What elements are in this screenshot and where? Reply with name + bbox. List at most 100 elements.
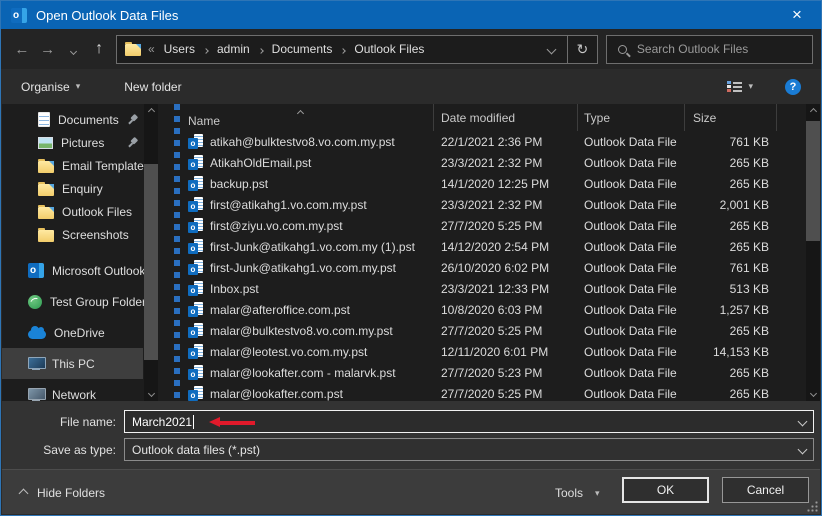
- address-bar[interactable]: « Users admin Documents Outlook Files ↻: [116, 35, 598, 64]
- scroll-up-icon[interactable]: [144, 104, 158, 119]
- list-scrollbar[interactable]: [806, 104, 820, 401]
- scrollbar-thumb[interactable]: [144, 164, 158, 360]
- column-header-date-modified[interactable]: Date modified: [434, 104, 578, 131]
- file-date-modified: 27/7/2020 5:25 PM: [434, 387, 578, 401]
- sidebar-item-label: Pictures: [61, 136, 104, 150]
- file-row[interactable]: malar@afteroffice.com.pst10/8/2020 6:03 …: [180, 299, 806, 320]
- new-folder-button[interactable]: New folder: [124, 80, 181, 94]
- pst-file-icon: [188, 218, 204, 233]
- pst-file-icon: [188, 281, 204, 296]
- refresh-icon[interactable]: ↻: [567, 36, 597, 63]
- file-date-modified: 12/11/2020 6:01 PM: [434, 345, 578, 359]
- file-date-modified: 26/10/2020 6:02 PM: [434, 261, 578, 275]
- ok-button[interactable]: OK: [622, 477, 709, 503]
- file-row[interactable]: AtikahOldEmail.pst23/3/2021 2:32 PMOutlo…: [180, 152, 806, 173]
- breadcrumb-segment[interactable]: Documents: [272, 42, 333, 56]
- breadcrumb-separator-icon[interactable]: [341, 42, 345, 56]
- breadcrumb-segment[interactable]: Users: [164, 42, 195, 56]
- file-type: Outlook Data File: [578, 261, 685, 275]
- up-icon[interactable]: ↑: [86, 40, 112, 58]
- file-type: Outlook Data File: [578, 303, 685, 317]
- folder-shared-icon: [38, 184, 54, 196]
- file-row[interactable]: atikah@bulktestvo8.vo.com.my.pst22/1/202…: [180, 131, 806, 152]
- file-date-modified: 10/8/2020 6:03 PM: [434, 303, 578, 317]
- breadcrumb-segment[interactable]: Outlook Files: [354, 42, 424, 56]
- breadcrumb-overflow[interactable]: «: [148, 42, 155, 56]
- file-size: 265 KB: [685, 240, 777, 254]
- close-icon[interactable]: ×: [783, 2, 811, 28]
- outlook-app-icon: [11, 8, 27, 23]
- file-row[interactable]: Inbox.pst23/3/2021 12:33 PMOutlook Data …: [180, 278, 806, 299]
- folder-shared-icon: [38, 161, 54, 173]
- file-row[interactable]: first@atikahg1.vo.com.my.pst 23/3/2021 2:…: [180, 194, 806, 215]
- column-header-name[interactable]: Name: [180, 104, 434, 131]
- file-row[interactable]: malar@bulktestvo8.vo.com.my.pst27/7/2020…: [180, 320, 806, 341]
- scroll-up-icon[interactable]: [806, 104, 820, 119]
- search-placeholder: Search Outlook Files: [637, 42, 748, 56]
- column-header-type[interactable]: Type: [578, 104, 685, 131]
- scroll-down-icon[interactable]: [806, 386, 820, 401]
- help-icon[interactable]: ?: [785, 79, 801, 95]
- breadcrumb-separator-icon[interactable]: [204, 42, 208, 56]
- address-dropdown-chevron-icon[interactable]: [537, 36, 567, 63]
- file-date-modified: 14/12/2020 2:54 PM: [434, 240, 578, 254]
- file-name: first-Junk@atikahg1.vo.com.my (1).pst: [210, 240, 415, 254]
- file-type: Outlook Data File: [578, 219, 685, 233]
- recent-locations-chevron-icon[interactable]: [60, 41, 86, 58]
- organise-button[interactable]: Organise▾: [21, 80, 80, 94]
- file-name: backup.pst: [210, 177, 268, 191]
- file-list: atikah@bulktestvo8.vo.com.my.pst22/1/202…: [180, 131, 806, 401]
- resize-grip-icon[interactable]: [806, 500, 818, 512]
- file-name: first@atikahg1.vo.com.my.pst: [210, 198, 367, 212]
- file-date-modified: 23/3/2021 2:32 PM: [434, 156, 578, 170]
- file-date-modified: 22/1/2021 2:36 PM: [434, 135, 578, 149]
- file-row[interactable]: malar@lookafter.com.pst 27/7/2020 5:25 PM…: [180, 383, 806, 401]
- forward-icon[interactable]: →: [35, 41, 61, 58]
- back-icon[interactable]: ←: [9, 41, 35, 58]
- breadcrumb-separator-icon[interactable]: [259, 42, 263, 56]
- file-row[interactable]: first@ziyu.vo.com.my.pst27/7/2020 5:25 P…: [180, 215, 806, 236]
- cancel-button[interactable]: Cancel: [722, 477, 809, 503]
- file-row[interactable]: first-Junk@atikahg1.vo.com.my (1).pst 14/…: [180, 236, 806, 257]
- search-box[interactable]: Search Outlook Files: [606, 35, 813, 64]
- chevron-down-icon: ▾: [748, 81, 753, 92]
- pst-file-icon: [188, 344, 204, 359]
- network-icon: [28, 388, 44, 401]
- file-name: malar@lookafter.com.pst: [210, 387, 343, 401]
- sidebar-item-label: Test Group Folder: [50, 295, 146, 309]
- file-row[interactable]: malar@leotest.vo.com.my.pst12/11/2020 6:…: [180, 341, 806, 362]
- picture-icon: [38, 137, 53, 149]
- navigation-bar: ← → ↑ « Users admin Documents Outlook Files…: [1, 29, 821, 69]
- file-name-input[interactable]: March2021: [124, 410, 814, 433]
- sidebar-scrollbar[interactable]: [144, 104, 158, 401]
- breadcrumb-segment[interactable]: admin: [217, 42, 250, 56]
- column-header-size[interactable]: Size: [685, 104, 777, 131]
- sort-caret-icon: [298, 105, 303, 119]
- file-type: Outlook Data File: [578, 324, 685, 338]
- scrollbar-thumb[interactable]: [806, 121, 820, 241]
- file-row[interactable]: malar@lookafter.com - malarvk.pst27/7/20…: [180, 362, 806, 383]
- file-size: 761 KB: [685, 135, 777, 149]
- view-details-icon: [727, 80, 742, 93]
- hide-folders-button[interactable]: Hide Folders: [20, 486, 105, 500]
- file-row[interactable]: backup.pst14/1/2020 12:25 PMOutlook Data…: [180, 173, 806, 194]
- scroll-down-icon[interactable]: [144, 386, 158, 401]
- file-fields-section: File name: March2021 Save as type: Outlo…: [2, 401, 820, 471]
- pst-file-icon: [188, 386, 204, 401]
- save-as-type-select[interactable]: Outlook data files (*.pst): [124, 438, 814, 461]
- file-row[interactable]: first-Junk@atikahg1.vo.com.my.pst26/10/2…: [180, 257, 806, 278]
- sidebar-item-label: Screenshots: [62, 228, 129, 242]
- pst-file-icon: [188, 365, 204, 380]
- change-view-button[interactable]: ▾: [727, 80, 753, 93]
- dialog-content: DocumentsPicturesEmail Template (Enquiry…: [2, 104, 820, 401]
- pst-file-icon: [188, 323, 204, 338]
- onedrive-cloud-icon: [28, 330, 46, 339]
- file-name: malar@bulktestvo8.vo.com.my.pst: [210, 324, 393, 338]
- folder-shared-icon: [38, 207, 54, 219]
- chevron-up-icon: [19, 488, 29, 498]
- chevron-down-icon[interactable]: [798, 417, 808, 427]
- sidebar-item-this-pc[interactable]: This PC: [2, 348, 143, 379]
- file-date-modified: 23/3/2021 2:32 PM: [434, 198, 578, 212]
- tools-dropdown-button[interactable]: Tools▾: [555, 486, 600, 500]
- save-as-type-label: Save as type:: [2, 443, 124, 457]
